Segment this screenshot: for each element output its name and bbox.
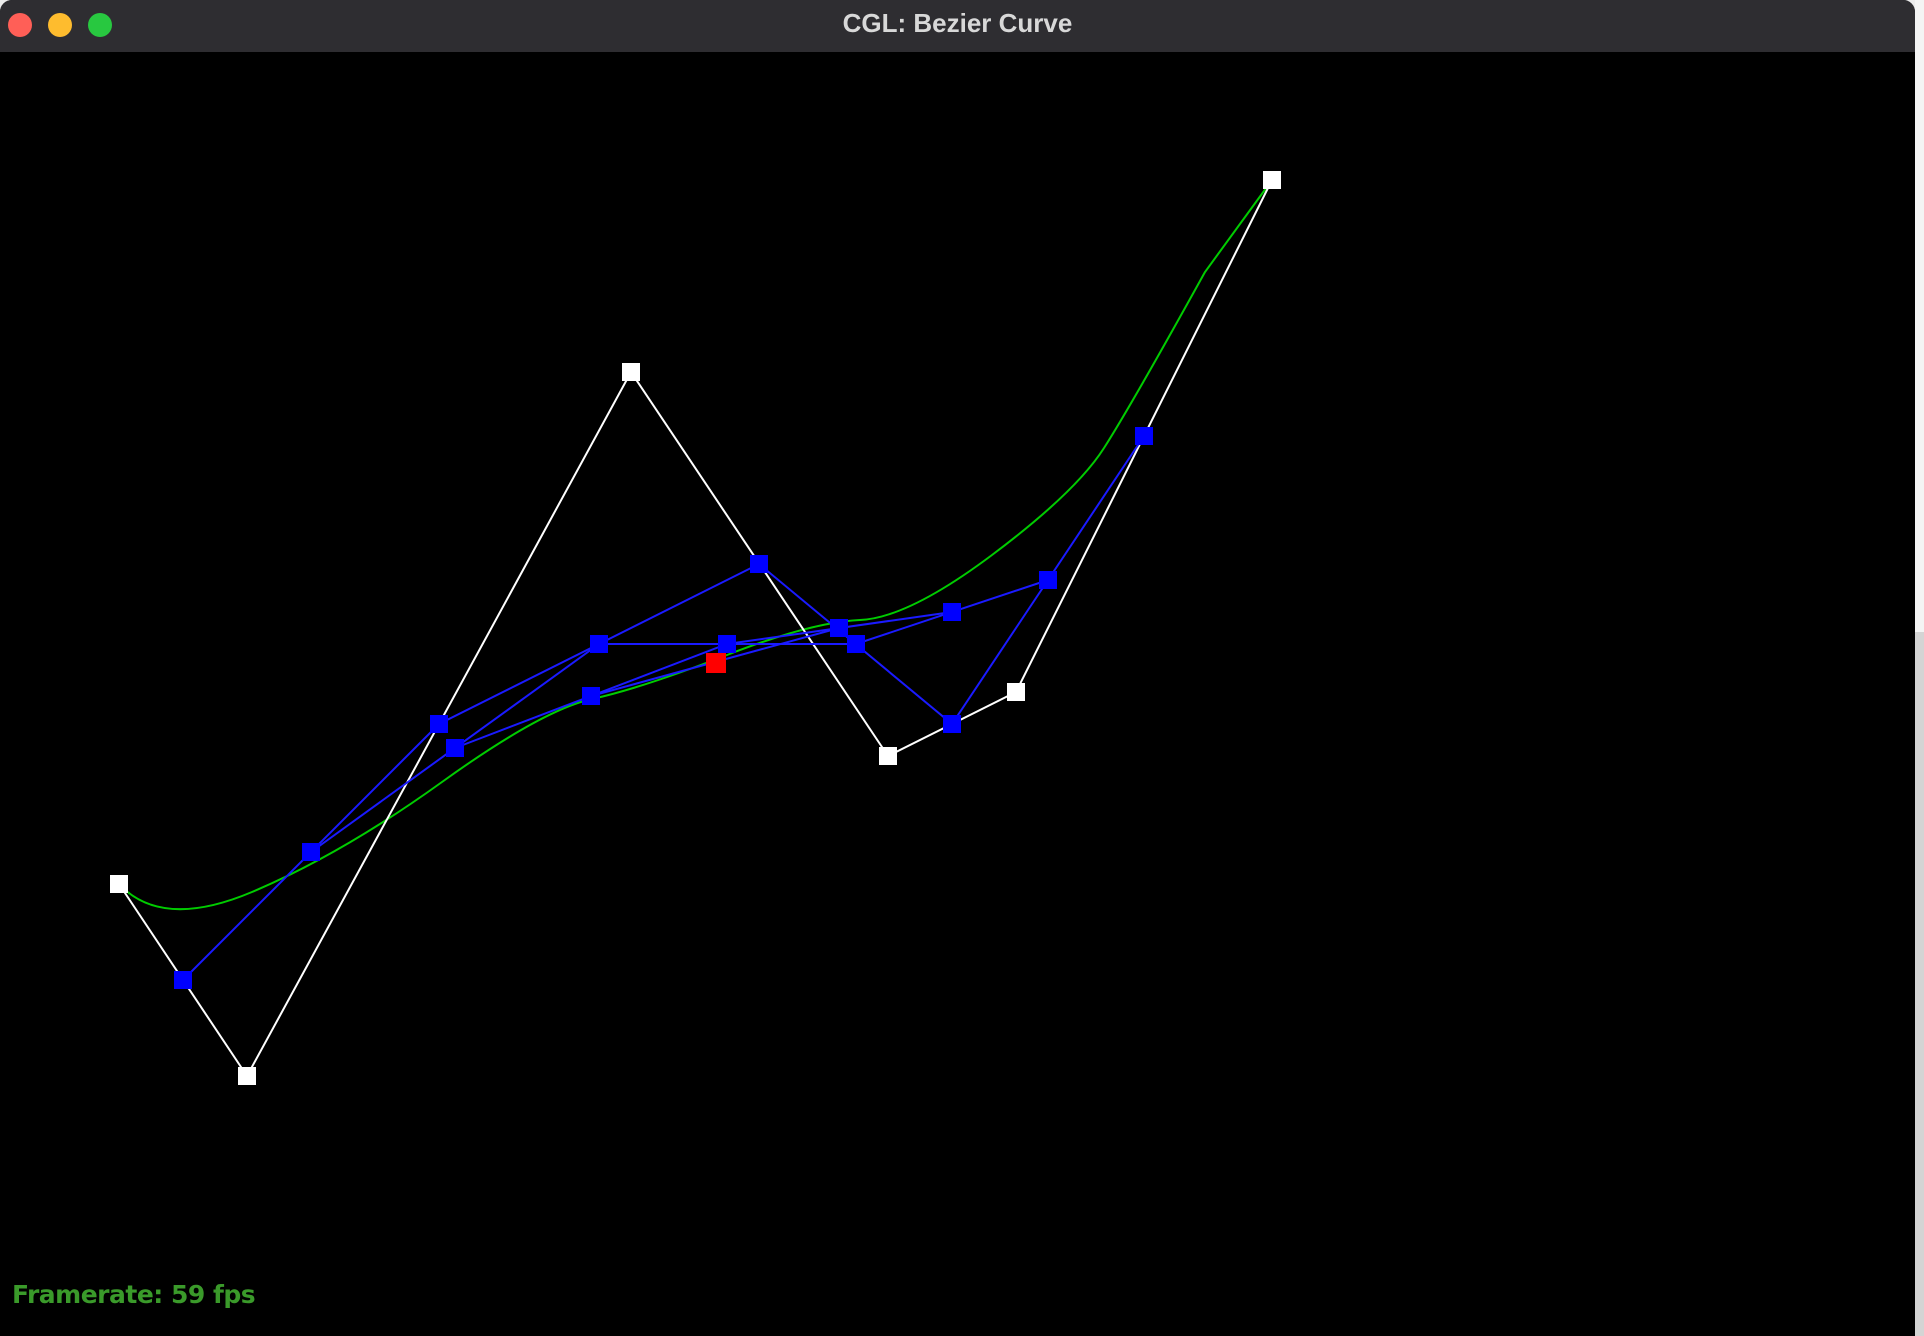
background-window-scrollbar — [1915, 632, 1924, 1336]
intermediate-point — [830, 619, 848, 637]
window-title: CGL: Bezier Curve — [842, 8, 1073, 38]
control-point[interactable] — [1263, 171, 1281, 189]
title-bar[interactable]: CGL: Bezier Curve — [0, 0, 1915, 53]
intermediate-point — [943, 715, 961, 733]
intermediate-point — [750, 555, 768, 573]
control-polygon — [118, 179, 1273, 1078]
intermediate-point — [446, 739, 464, 757]
bezier-scene — [110, 171, 1281, 1085]
control-point[interactable] — [879, 747, 897, 765]
control-point[interactable] — [1007, 683, 1025, 701]
render-canvas[interactable] — [0, 52, 1915, 1336]
control-point[interactable] — [238, 1067, 256, 1085]
intermediate-point — [582, 687, 600, 705]
bezier-curve — [118, 179, 1273, 911]
intermediate-level-3 — [454, 611, 953, 749]
intermediate-point — [847, 635, 865, 653]
intermediate-level-1 — [182, 435, 1145, 981]
intermediate-point — [174, 971, 192, 989]
intermediate-point — [1135, 427, 1153, 445]
control-point[interactable] — [622, 363, 640, 381]
framerate-readout: Framerate: 59 fps — [12, 1280, 256, 1309]
intermediate-point — [718, 635, 736, 653]
app-window: CGL: Bezier Curve Framerate: 59 fps — [0, 0, 1915, 1336]
control-point[interactable] — [110, 875, 128, 893]
intermediate-level-2 — [310, 579, 1049, 853]
intermediate-point — [943, 603, 961, 621]
intermediate-point — [1039, 571, 1057, 589]
intermediate-point — [302, 843, 320, 861]
intermediate-point — [590, 635, 608, 653]
evaluated-point — [706, 653, 726, 673]
intermediate-point — [430, 715, 448, 733]
